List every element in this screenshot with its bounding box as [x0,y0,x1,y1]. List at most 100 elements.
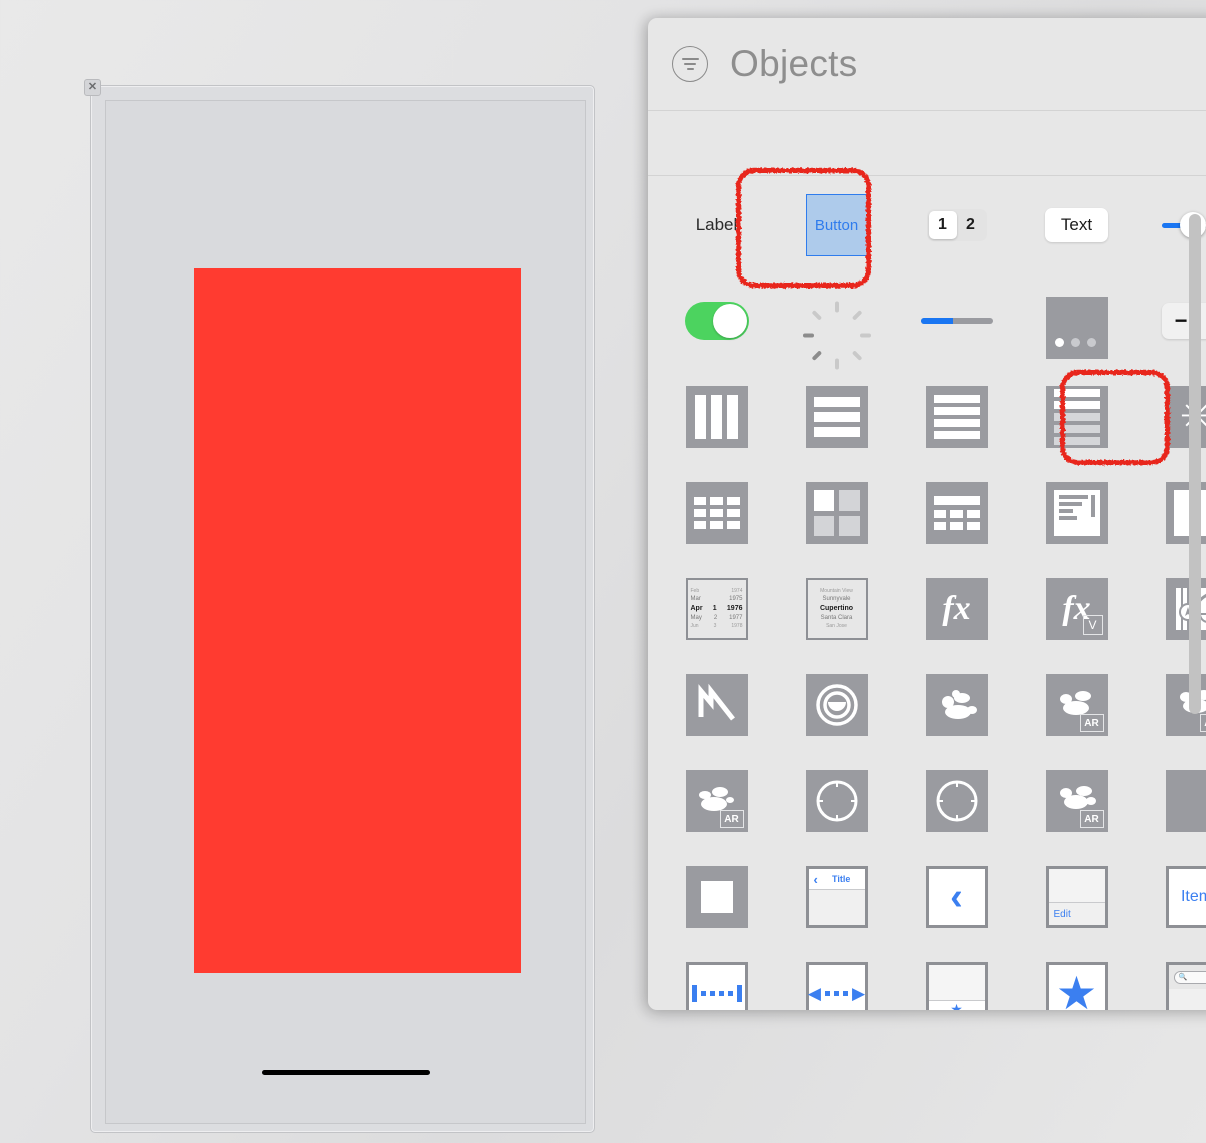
flexible-space-bar-button-item-object[interactable]: ◀ ▶ [785,945,888,1010]
library-subbar [648,111,1206,176]
collection-reusable-view-object[interactable] [905,465,1008,561]
toolbar-edit-label: Edit [1053,908,1071,920]
textview-icon [1045,482,1108,544]
scene-kit-view-object[interactable] [785,657,888,753]
toolbar-object[interactable]: Edit [1025,849,1128,945]
switch-preview[interactable] [684,302,749,340]
web-view-object[interactable] [905,753,1008,849]
switch-object[interactable] [665,273,768,369]
searchbar-icon: 🔍 [1165,962,1206,1010]
label-object[interactable]: Label [665,177,768,273]
date-picker-object[interactable]: Feb 1974 Mar 1975 Apr 1 1976 May 2 1977 Jun 3 19… [665,561,768,657]
tableview-icon [925,386,988,448]
bar-button-icon: Item [1165,866,1206,928]
table-view-object[interactable] [905,369,1008,465]
bar-button-item-object[interactable]: Item [1145,849,1206,945]
fixed-space-icon [685,962,748,1010]
collectioncell-icon [805,482,868,544]
table-row: ‹ Title ‹ Edit Item [648,849,1206,945]
compass-icon [805,770,868,832]
search-input[interactable]: 🔍 [1173,970,1206,984]
segmented-control-object[interactable]: 1 2 [905,177,1008,273]
compass-icon [925,770,988,832]
panel-scrollbar[interactable] [1189,214,1201,714]
ar-badge: AR [1199,714,1206,732]
table-row: Label Button 1 2 Text [648,177,1206,273]
sprite-kit-view-object[interactable] [905,657,1008,753]
navigation-item-object[interactable]: ‹ [905,849,1008,945]
library-header: Objects [648,18,1206,111]
picker-view-object[interactable]: Mountain View Sunnyvale Cupertino Santa … [785,561,888,657]
ar-scn-view-object[interactable]: AR [1025,753,1128,849]
objects-grid[interactable]: Label Button 1 2 Text − Feb 1974 Mar 197… [648,177,1206,1010]
flexible-space-icon: ◀ ▶ [805,962,868,1010]
text-field-preview[interactable]: Text [1044,208,1109,242]
view-object[interactable] [1145,753,1206,849]
fx-icon: fx [925,578,988,640]
plain-view-icon [1165,770,1206,832]
ar-view-icon: AR [685,770,748,832]
container-view-icon [685,866,748,928]
table-row: AR AR [648,657,1206,753]
progress-fill [920,318,953,324]
button-object-preview[interactable]: Button [805,194,868,256]
tab-bar-item-object[interactable]: ★ [905,945,1008,1010]
tabbar-item-icon: ★ [925,962,988,1010]
table-row: ✳ [648,369,1206,465]
scenekit-icon [805,674,868,736]
visual-effect-view-object[interactable]: fx [905,561,1008,657]
table-row [648,465,1206,561]
container-view-object[interactable] [665,849,768,945]
page-dots [1049,338,1096,347]
metal-view-object[interactable] [665,657,768,753]
scene-kit-ar-view-object[interactable]: AR [1025,657,1128,753]
back-chevron-icon: ‹ [925,866,988,928]
segment-1[interactable]: 1 [928,211,957,239]
collectionview-icon [685,482,748,544]
hstack-icon [685,386,748,448]
ar-badge: AR [1079,810,1104,828]
vertical-stack-view-object[interactable] [785,369,888,465]
text-field-object[interactable]: Text [1025,177,1128,273]
button-object[interactable]: Button [785,177,888,273]
ar-view-object[interactable]: AR [665,753,768,849]
label-object-text: Label [695,215,738,234]
visual-effect-view-vibrancy-object[interactable]: fx V [1025,561,1128,657]
fx-vibrancy-icon: fx V [1045,578,1108,640]
close-icon[interactable]: ✕ [84,79,101,96]
scrollbar-thumb[interactable] [1189,214,1201,714]
table-row: Feb 1974 Mar 1975 Apr 1 1976 May 2 1977 Jun 3 19… [648,561,1206,657]
vstack-icon [805,386,868,448]
fixed-space-bar-button-item-object[interactable] [665,945,768,1010]
collection-view-cell-object[interactable] [785,465,888,561]
wk-web-view-object[interactable] [785,753,888,849]
table-view-cell-object[interactable] [1025,369,1128,465]
segment-2[interactable]: 2 [957,211,985,239]
collection-view-object[interactable] [665,465,768,561]
spritekit-icon [925,674,988,736]
objects-library-panel[interactable]: Objects Label Button 1 2 Text − Feb 1974… [648,18,1206,1010]
canvas-area: ✕ [0,0,648,1143]
device-screen[interactable] [105,100,586,1124]
activity-indicator-object[interactable] [785,273,888,370]
ar-badge: AR [1079,714,1104,732]
progress-view-object[interactable] [905,273,1008,369]
table-row: ◀ ▶ ★ ★ 🔍 [648,945,1206,1010]
navigation-bar-object[interactable]: ‹ Title [785,849,888,945]
ar-scn-icon: AR [1045,770,1108,832]
search-bar-object[interactable]: 🔍 [1145,945,1206,1010]
collectionreuse-icon [925,482,988,544]
filter-icon[interactable] [672,46,708,82]
table-row: − + [648,273,1206,370]
stepper-plus[interactable]: + [1201,310,1206,332]
navbar-title: Title [832,874,851,884]
navbar-back-chevron: ‹ [813,871,818,887]
tab-bar-object[interactable]: ★ [1025,945,1128,1010]
red-rectangle-view[interactable] [194,268,521,973]
text-view-object[interactable] [1025,465,1128,561]
home-indicator [261,1070,430,1075]
horizontal-stack-view-object[interactable] [665,369,768,465]
device-preview-frame[interactable]: ✕ [84,79,595,1133]
table-row: AR AR [648,753,1206,849]
page-control-object[interactable] [1025,273,1128,369]
